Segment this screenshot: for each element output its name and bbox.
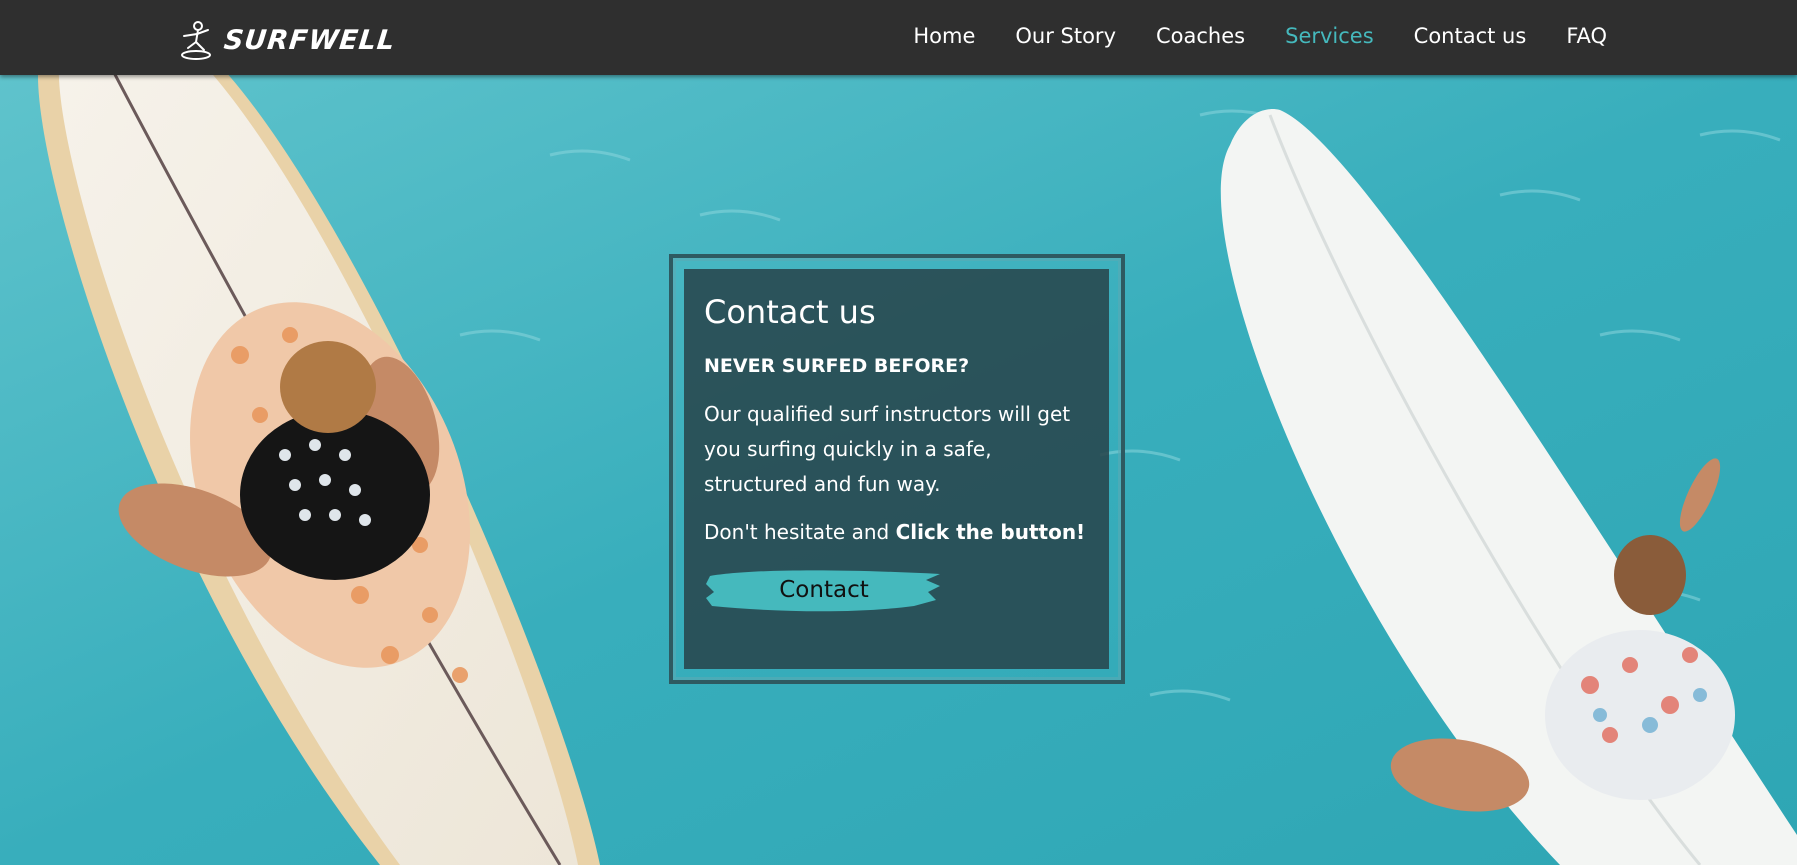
contact-button-label: Contact [779,577,869,603]
main-nav: Home Our Story Coaches Services Contact … [913,0,1607,72]
nav-faq[interactable]: FAQ [1566,24,1607,48]
surfer-logo-icon [181,21,211,60]
contact-card-title: Contact us [704,293,876,331]
cta-prefix: Don't hesitate and [704,520,896,544]
nav-home[interactable]: Home [913,24,975,48]
contact-card-body: Our qualified surf instructors will get … [704,402,1071,496]
brand-name: SURFWELL [222,24,397,56]
brand-logo[interactable]: SURFWELL [176,18,397,62]
contact-card: Contact us NEVER SURFED BEFORE? Our qual… [684,269,1109,669]
nav-services[interactable]: Services [1285,24,1374,48]
contact-card-cta: Don't hesitate and Click the button! [704,520,1089,544]
contact-button[interactable]: Contact [704,562,944,618]
nav-coaches[interactable]: Coaches [1156,24,1245,48]
top-navbar: SURFWELL Home Our Story Coaches Services… [0,0,1797,75]
nav-contact-us[interactable]: Contact us [1414,24,1527,48]
cta-bold: Click the button! [895,520,1086,544]
contact-card-subtitle: NEVER SURFED BEFORE? [704,355,970,377]
nav-our-story[interactable]: Our Story [1015,24,1116,48]
